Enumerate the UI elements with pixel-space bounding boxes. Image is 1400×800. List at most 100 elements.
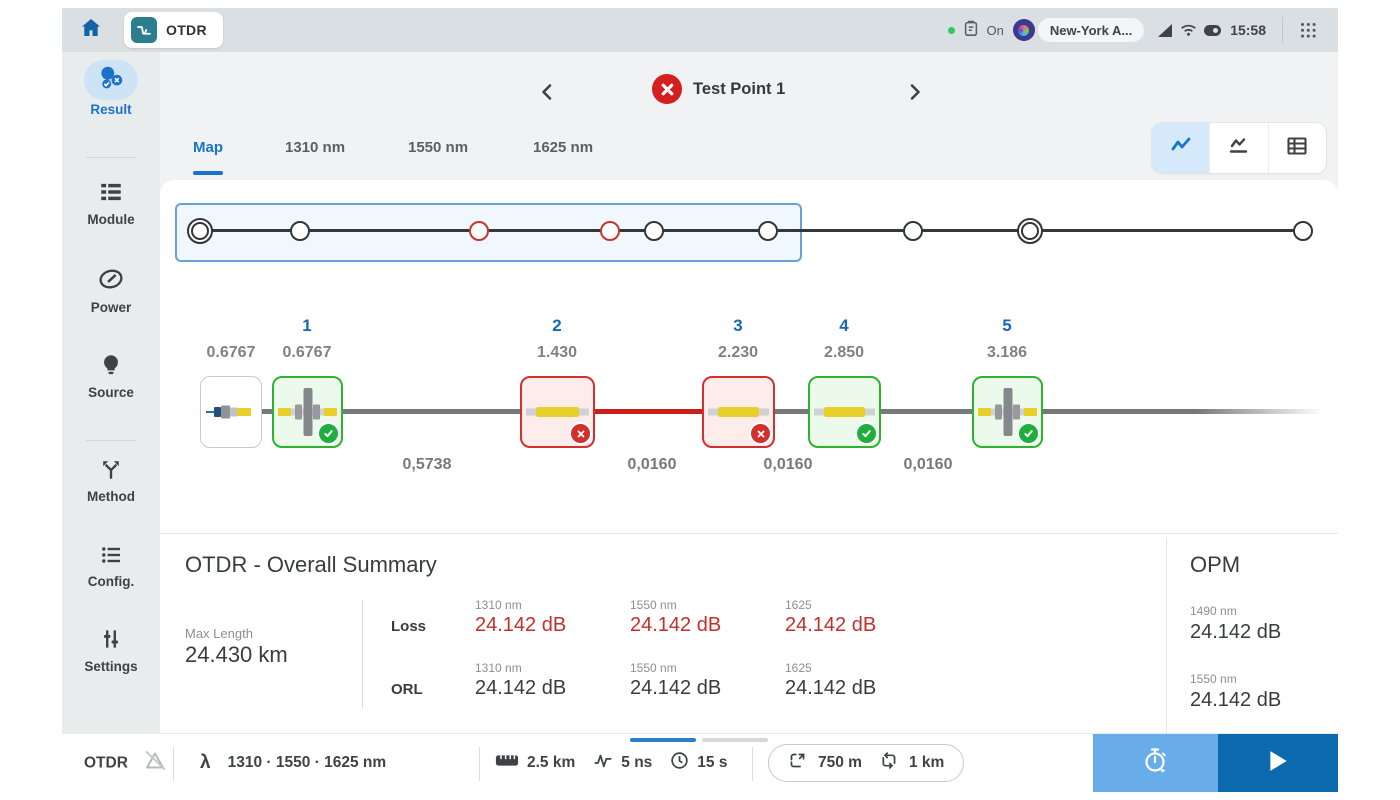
event-number: 4 [839,316,849,335]
table-view-icon [1285,134,1309,163]
sidebar-item-config[interactable]: Config. [62,540,160,589]
range-ruler-icon [495,753,519,773]
on-status-label: On [986,22,1004,38]
trace-view-button[interactable] [1152,123,1211,173]
stopwatch-icon [1141,746,1171,781]
event-distance: 2.850 [823,344,865,361]
sidebar-item-module[interactable]: Module [62,177,160,227]
event-number: 5 [1002,316,1012,335]
launch-cable-value: 750 m [818,754,862,771]
mode-label: OTDR [84,754,128,771]
map-panel: 1 2 3 4 5 0.6767 0.6767 1.430 2.230 2.85… [160,180,1338,733]
no-trace-icon [142,749,168,778]
home-icon [79,16,103,45]
sidebar-item-power[interactable]: Power [62,264,160,315]
tab-1625nm[interactable]: 1625 nm [533,139,593,156]
event-number: 2 [552,316,562,335]
span-value: 0,0160 [763,456,813,473]
acquisition-params[interactable]: 2.5 km 5 ns 15 s [495,751,727,775]
trace-view-icon [1169,134,1193,163]
sidebar: Result Module Power Source Method Config… [62,52,160,733]
opm-value: 24.142 dB [1190,621,1282,643]
sidebar-label: Result [90,102,132,117]
settings-sliders-icon [98,624,124,654]
loss-value: 24.142 dB [785,614,877,636]
topbar-divider [1282,17,1283,43]
overview-node-fail [600,220,620,241]
sidebar-item-source[interactable]: Source [62,350,160,400]
summary-vertical-divider [362,600,363,708]
power-meter-icon [97,264,125,294]
opm-value: 24.142 dB [1190,689,1282,711]
wifi-icon [1180,23,1197,37]
event-distance: 2.230 [717,344,759,361]
page-indicator[interactable] [702,738,768,742]
otdr-trace-icon [131,17,157,43]
fail-cross-icon [569,422,592,445]
span-value: 0,0160 [627,456,677,473]
event-distance: 1.430 [536,344,578,361]
fiber-segment [343,409,520,414]
orl-value: 24.142 dB [475,677,567,699]
event-distance: 3.186 [986,344,1028,361]
fail-cross-icon [749,422,772,445]
range-value: 2.5 km [527,754,576,771]
sidebar-item-settings[interactable]: Settings [62,624,160,674]
home-button[interactable] [78,17,104,43]
device-screen: OTDR On New-York A... 15:58 Result Modul… [62,8,1338,792]
connector-icon [201,377,261,447]
fail-status-icon [652,74,682,104]
launch-distance: 0.6767 [206,344,256,361]
orl-wavelength: 1625 [785,661,812,675]
event-box-1[interactable] [272,376,343,448]
tab-map[interactable]: Map [193,139,223,156]
launch-connector-box[interactable] [200,376,262,448]
app-tab-label: OTDR [166,22,207,38]
app-grid-icon[interactable] [1301,22,1316,38]
orl-wavelength: 1550 nm [630,661,677,675]
event-box-4[interactable] [808,376,881,448]
event-box-3[interactable] [702,376,775,448]
tab-1550nm[interactable]: 1550 nm [408,139,468,156]
overview-node-plain [644,220,664,241]
method-icon [98,454,124,484]
timed-acquisition-button[interactable] [1093,734,1218,792]
mode-selector[interactable]: OTDR [84,749,168,778]
sidebar-item-result[interactable]: Result [62,60,160,117]
span-value: 0,0160 [903,456,953,473]
event-number: 3 [733,316,743,335]
next-testpoint-button[interactable] [905,80,925,104]
loss-value: 24.142 dB [475,614,567,636]
overview-node-plain [758,220,778,241]
receive-cable-value: 1 km [908,754,945,771]
overview-node-plain [290,220,310,241]
sidebar-divider [86,157,136,158]
clipboard-icon[interactable] [962,19,980,42]
event-box-5[interactable] [972,376,1043,448]
active-tab-underline [193,171,223,175]
loss-row-label: Loss [391,618,427,635]
testpoint-header: Test Point 1 [652,74,785,104]
event-number: 1 [302,316,312,335]
cable-lengths-selector[interactable]: 750 m 1 km [768,744,965,782]
page-indicator-active[interactable] [630,738,696,742]
fiber-segment [881,409,972,414]
otdr-app-tab[interactable]: OTDR [124,12,223,48]
tab-1310nm[interactable]: 1310 nm [285,139,345,156]
opm-wavelength: 1550 nm [1190,672,1237,686]
start-acquisition-button[interactable] [1218,734,1338,792]
table-view-button[interactable] [1269,123,1326,173]
event-box-2[interactable] [520,376,595,448]
pass-check-icon [1017,422,1040,445]
overview-node-double [1017,217,1043,244]
bottombar-divider [479,747,480,781]
wavelength-selector[interactable]: λ 1310 · 1550 · 1625 nm [200,752,386,774]
smoothed-trace-view-button[interactable] [1210,123,1269,173]
prev-testpoint-button[interactable] [536,80,556,104]
testpoint-title: Test Point 1 [693,79,786,98]
avatar[interactable] [1012,19,1035,41]
smoothed-trace-view-icon [1227,134,1251,163]
device-name-pill[interactable]: New-York A... [1037,18,1145,42]
sidebar-item-method[interactable]: Method [62,454,160,504]
orl-row-label: ORL [391,681,423,698]
